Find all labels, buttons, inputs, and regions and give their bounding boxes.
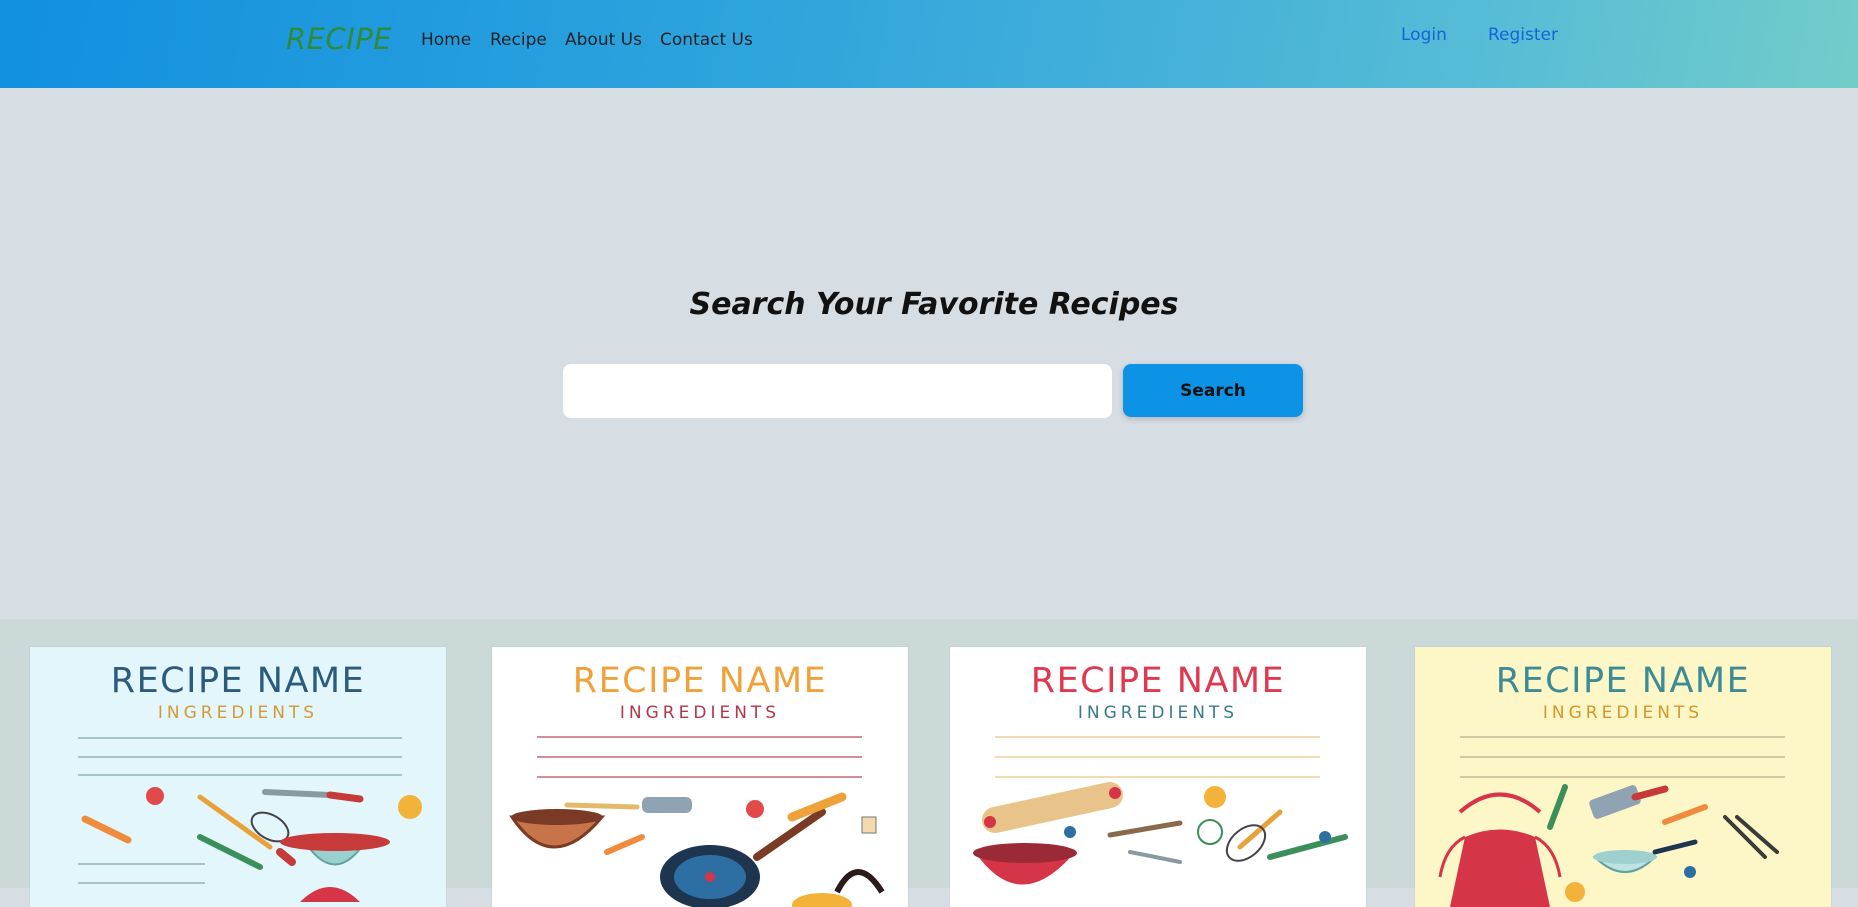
recipe-card-subtitle: INGREDIENTS xyxy=(619,703,781,723)
recipe-card[interactable]: RECIPE NAME INGREDIENTS xyxy=(1415,647,1831,907)
nav-about-link[interactable]: About Us xyxy=(565,30,642,50)
navbar: RECIPE Home Recipe About Us Contact Us L… xyxy=(0,0,1858,88)
recipe-cards-section: RECIPE NAME INGREDIENTS RECIPE NAME INGR… xyxy=(0,619,1858,907)
recipe-card-title: RECIPE NAME xyxy=(572,661,828,701)
recipe-card[interactable]: RECIPE NAME INGREDIENTS xyxy=(492,647,908,907)
nav-home-link[interactable]: Home xyxy=(421,30,471,50)
recipe-card-subtitle: INGREDIENTS xyxy=(157,703,319,723)
register-link[interactable]: Register xyxy=(1488,25,1558,45)
login-link[interactable]: Login xyxy=(1401,25,1447,45)
recipe-card[interactable]: RECIPE NAME INGREDIENTS xyxy=(30,647,446,907)
search-button[interactable]: Search xyxy=(1123,364,1303,417)
recipe-card[interactable]: RECIPE NAME INGREDIENTS xyxy=(950,647,1366,907)
recipe-card-title: RECIPE NAME xyxy=(1030,661,1286,701)
recipe-card-title: RECIPE NAME xyxy=(110,661,366,701)
search-input[interactable] xyxy=(563,364,1112,418)
recipe-card-subtitle: INGREDIENTS xyxy=(1542,703,1704,723)
hero-title: Search Your Favorite Recipes xyxy=(689,287,1179,322)
recipe-card-title: RECIPE NAME xyxy=(1495,661,1751,701)
nav-recipe-link[interactable]: Recipe xyxy=(490,30,547,50)
brand-logo[interactable]: RECIPE xyxy=(286,22,392,56)
recipe-card-subtitle: INGREDIENTS xyxy=(1077,703,1239,723)
nav-contact-link[interactable]: Contact Us xyxy=(660,30,753,50)
